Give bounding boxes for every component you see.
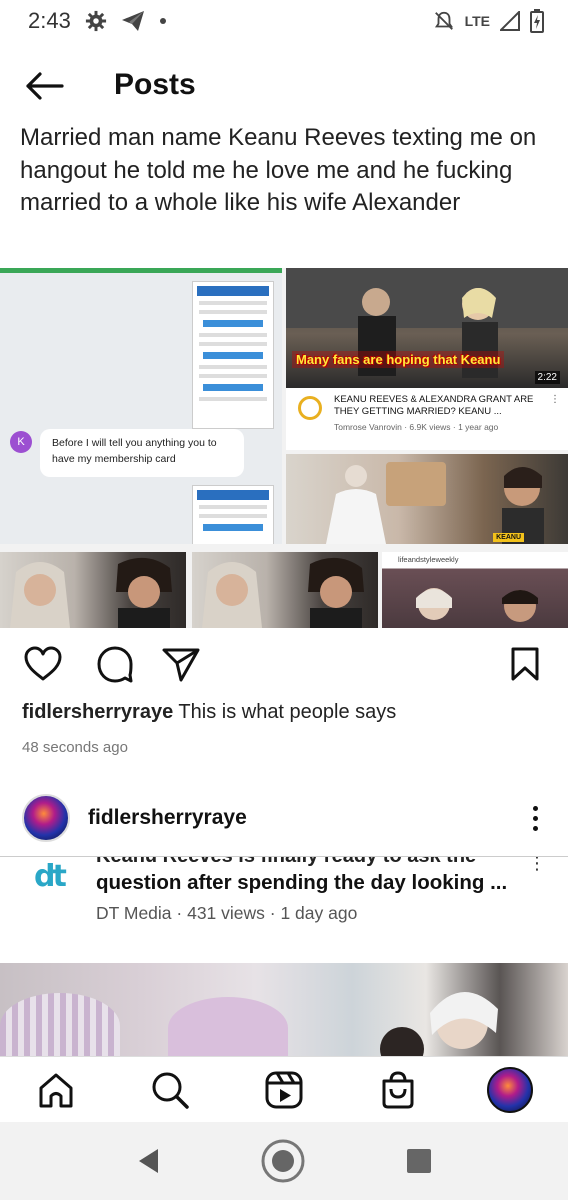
more-options-icon[interactable] bbox=[520, 800, 550, 836]
post-text: Married man name Keanu Reeves texting me… bbox=[20, 124, 537, 216]
like-heart-icon[interactable] bbox=[22, 644, 64, 684]
couple-photo bbox=[192, 552, 378, 628]
post-image[interactable]: dt Keanu Reeves is finally ready to ask … bbox=[0, 856, 568, 1056]
video-title: KEANU REEVES & ALEXANDRA GRANT ARE THEY … bbox=[334, 394, 534, 417]
home-circle-icon[interactable] bbox=[258, 1136, 308, 1186]
news-title-cut: Keanu Reeves is finally ready to ask the bbox=[96, 856, 477, 867]
caption-username[interactable]: fidlersherryraye bbox=[22, 701, 173, 723]
network-type: LTE bbox=[464, 13, 490, 29]
avatar[interactable] bbox=[22, 794, 70, 842]
search-icon[interactable] bbox=[146, 1067, 194, 1113]
caption-text: This is what people says bbox=[178, 701, 397, 723]
video-meta: Tomrose Vanrovin · 6.9K views · 1 year a… bbox=[334, 422, 499, 432]
shop-bag-icon[interactable] bbox=[374, 1067, 422, 1113]
baby-photo bbox=[0, 963, 568, 1056]
telegram-icon bbox=[121, 10, 145, 32]
back-arrow-icon[interactable] bbox=[22, 66, 66, 106]
save-bookmark-icon[interactable] bbox=[504, 644, 546, 684]
more-icon: ⋮ bbox=[528, 856, 546, 873]
bottom-nav bbox=[0, 1056, 568, 1122]
dt-media-logo: dt bbox=[34, 859, 67, 894]
share-send-icon[interactable] bbox=[160, 644, 202, 684]
app-bar: Posts bbox=[0, 58, 568, 114]
keanu-tag: KEANU bbox=[493, 533, 524, 542]
post-image[interactable]: K Before I will tell you anything you to… bbox=[0, 268, 568, 628]
video-duration: 2:22 bbox=[534, 371, 560, 384]
chat-avatar: K bbox=[10, 431, 32, 453]
more-icon: ⋮ bbox=[550, 394, 560, 405]
wedding-photo: KEANU bbox=[286, 454, 568, 544]
post-header: fidlersherryraye bbox=[0, 790, 568, 848]
phone-screenshot bbox=[192, 281, 274, 429]
signal-icon bbox=[500, 11, 520, 31]
channel-avatar bbox=[298, 396, 322, 420]
reels-icon[interactable] bbox=[260, 1067, 308, 1113]
avatar bbox=[487, 1067, 533, 1113]
dot-icon bbox=[159, 17, 167, 25]
battery-icon bbox=[530, 9, 544, 33]
status-time: 2:43 bbox=[28, 8, 71, 33]
recents-square-icon[interactable] bbox=[394, 1136, 444, 1186]
gear-icon bbox=[85, 10, 107, 32]
chat-screenshot: K Before I will tell you anything you to… bbox=[0, 268, 282, 544]
comment-icon[interactable] bbox=[94, 644, 136, 684]
back-triangle-icon[interactable] bbox=[124, 1136, 174, 1186]
post-actions bbox=[0, 640, 568, 686]
page-title: Posts bbox=[114, 68, 196, 101]
news-meta: DT Media · 431 views · 1 day ago bbox=[96, 903, 358, 923]
phone-screenshot bbox=[192, 485, 274, 544]
video-caption: Many fans are hoping that Keanu bbox=[292, 351, 505, 368]
home-icon[interactable] bbox=[32, 1067, 80, 1113]
system-navigation bbox=[0, 1122, 568, 1200]
post-timestamp: 48 seconds ago bbox=[22, 739, 128, 756]
video-info: KEANU REEVES & ALEXANDRA GRANT ARE THEY … bbox=[286, 388, 568, 450]
magazine-photo: lifeandstyleweekly bbox=[382, 552, 568, 628]
status-bar: 2:43 LTE bbox=[0, 0, 568, 42]
post-caption: fidlersherryraye This is what people say… bbox=[22, 701, 396, 724]
news-title: question after spending the day looking … bbox=[96, 871, 508, 894]
profile-avatar[interactable] bbox=[486, 1067, 534, 1113]
video-thumbnail: Many fans are hoping that Keanu 2:22 bbox=[286, 268, 568, 388]
post-username[interactable]: fidlersherryraye bbox=[88, 806, 247, 830]
couple-photo bbox=[0, 552, 186, 628]
chat-message: Before I will tell you anything you to h… bbox=[40, 429, 244, 477]
mute-icon bbox=[433, 10, 455, 32]
